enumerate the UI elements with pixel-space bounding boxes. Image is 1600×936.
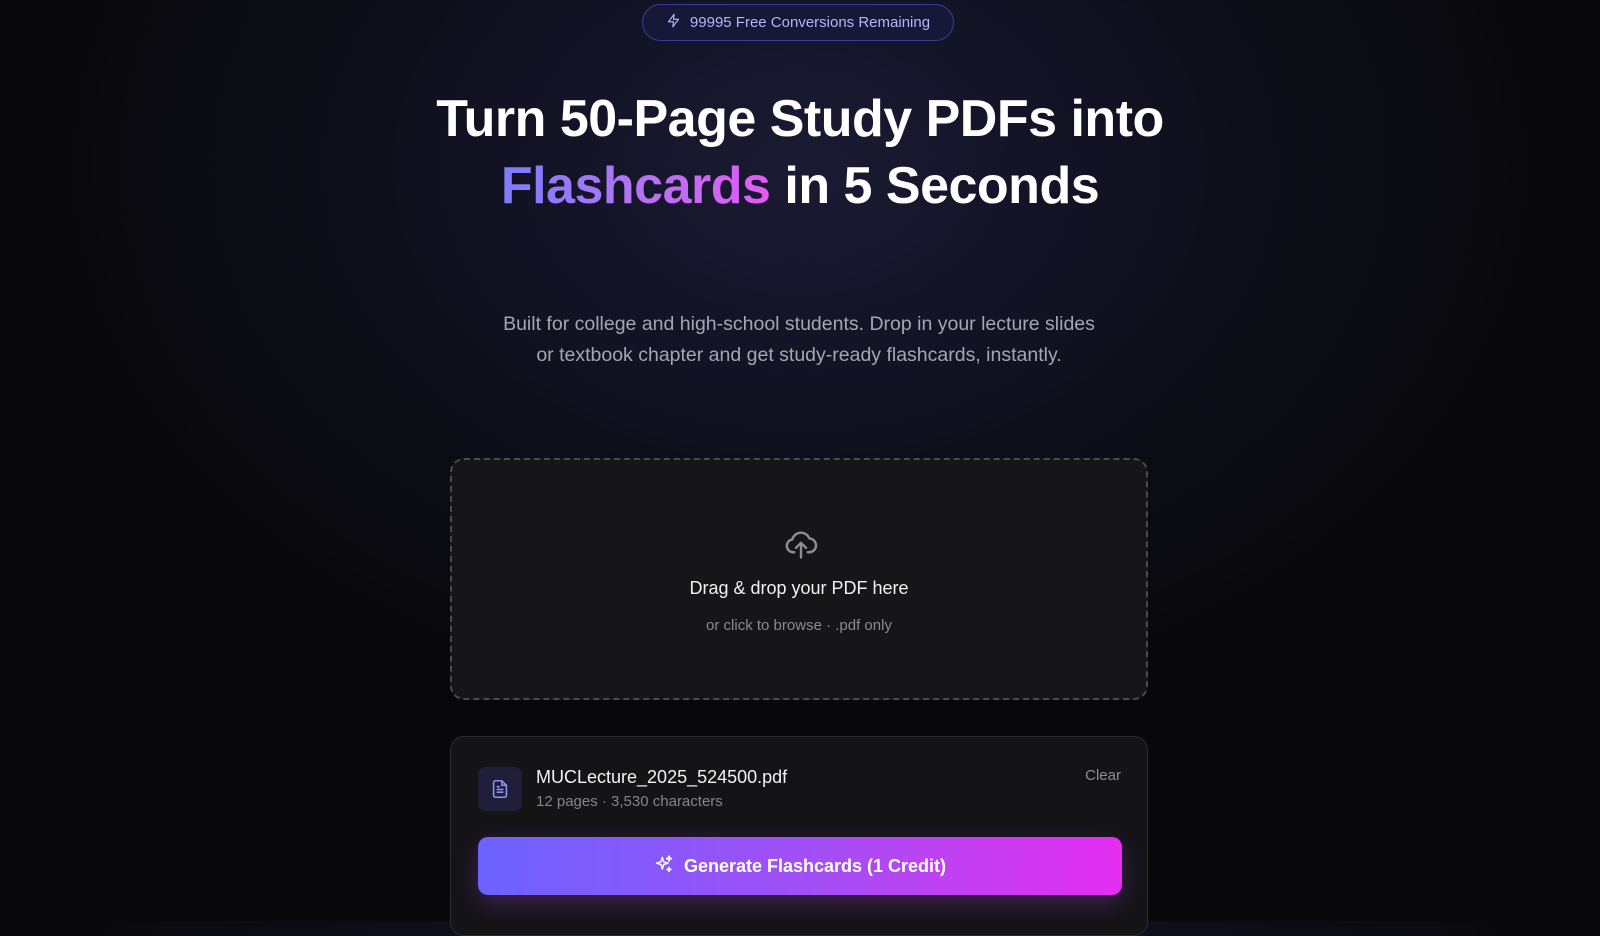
free-conversions-badge: 99995 Free Conversions Remaining (642, 4, 954, 41)
badge-text: 99995 Free Conversions Remaining (689, 14, 931, 31)
clear-button[interactable]: Clear (1085, 767, 1121, 784)
document-icon (478, 767, 522, 811)
selected-file-card: MUCLecture_2025_524500.pdf 12 pages · 3,… (450, 736, 1148, 936)
headline-part1: Turn 50-Page Study PDFs into (436, 90, 1164, 148)
file-name: MUCLecture_2025_524500.pdf (536, 767, 788, 787)
pdf-dropzone[interactable]: Drag & drop your PDF here or click to br… (450, 458, 1148, 700)
headline-part2: in 5 Seconds (770, 157, 1100, 215)
dropzone-title: Drag & drop your PDF here (689, 578, 909, 598)
lightning-icon (666, 13, 681, 32)
headline-highlight: Flashcards (500, 157, 771, 215)
generate-button-label: Generate Flashcards (1 Credit) (683, 855, 947, 876)
generate-flashcards-button[interactable]: Generate Flashcards (1 Credit) (478, 837, 1122, 895)
dropzone-subtitle: or click to browse · .pdf only (706, 617, 892, 634)
file-meta: 12 pages · 3,530 characters (536, 793, 723, 810)
cloud-upload-icon (783, 526, 819, 562)
hero-subtitle: Built for college and high-school studen… (503, 313, 1095, 366)
sparkles-icon (654, 854, 674, 879)
hero-headline: Turn 50-Page Study PDFs into Flashcards … (300, 86, 1300, 220)
